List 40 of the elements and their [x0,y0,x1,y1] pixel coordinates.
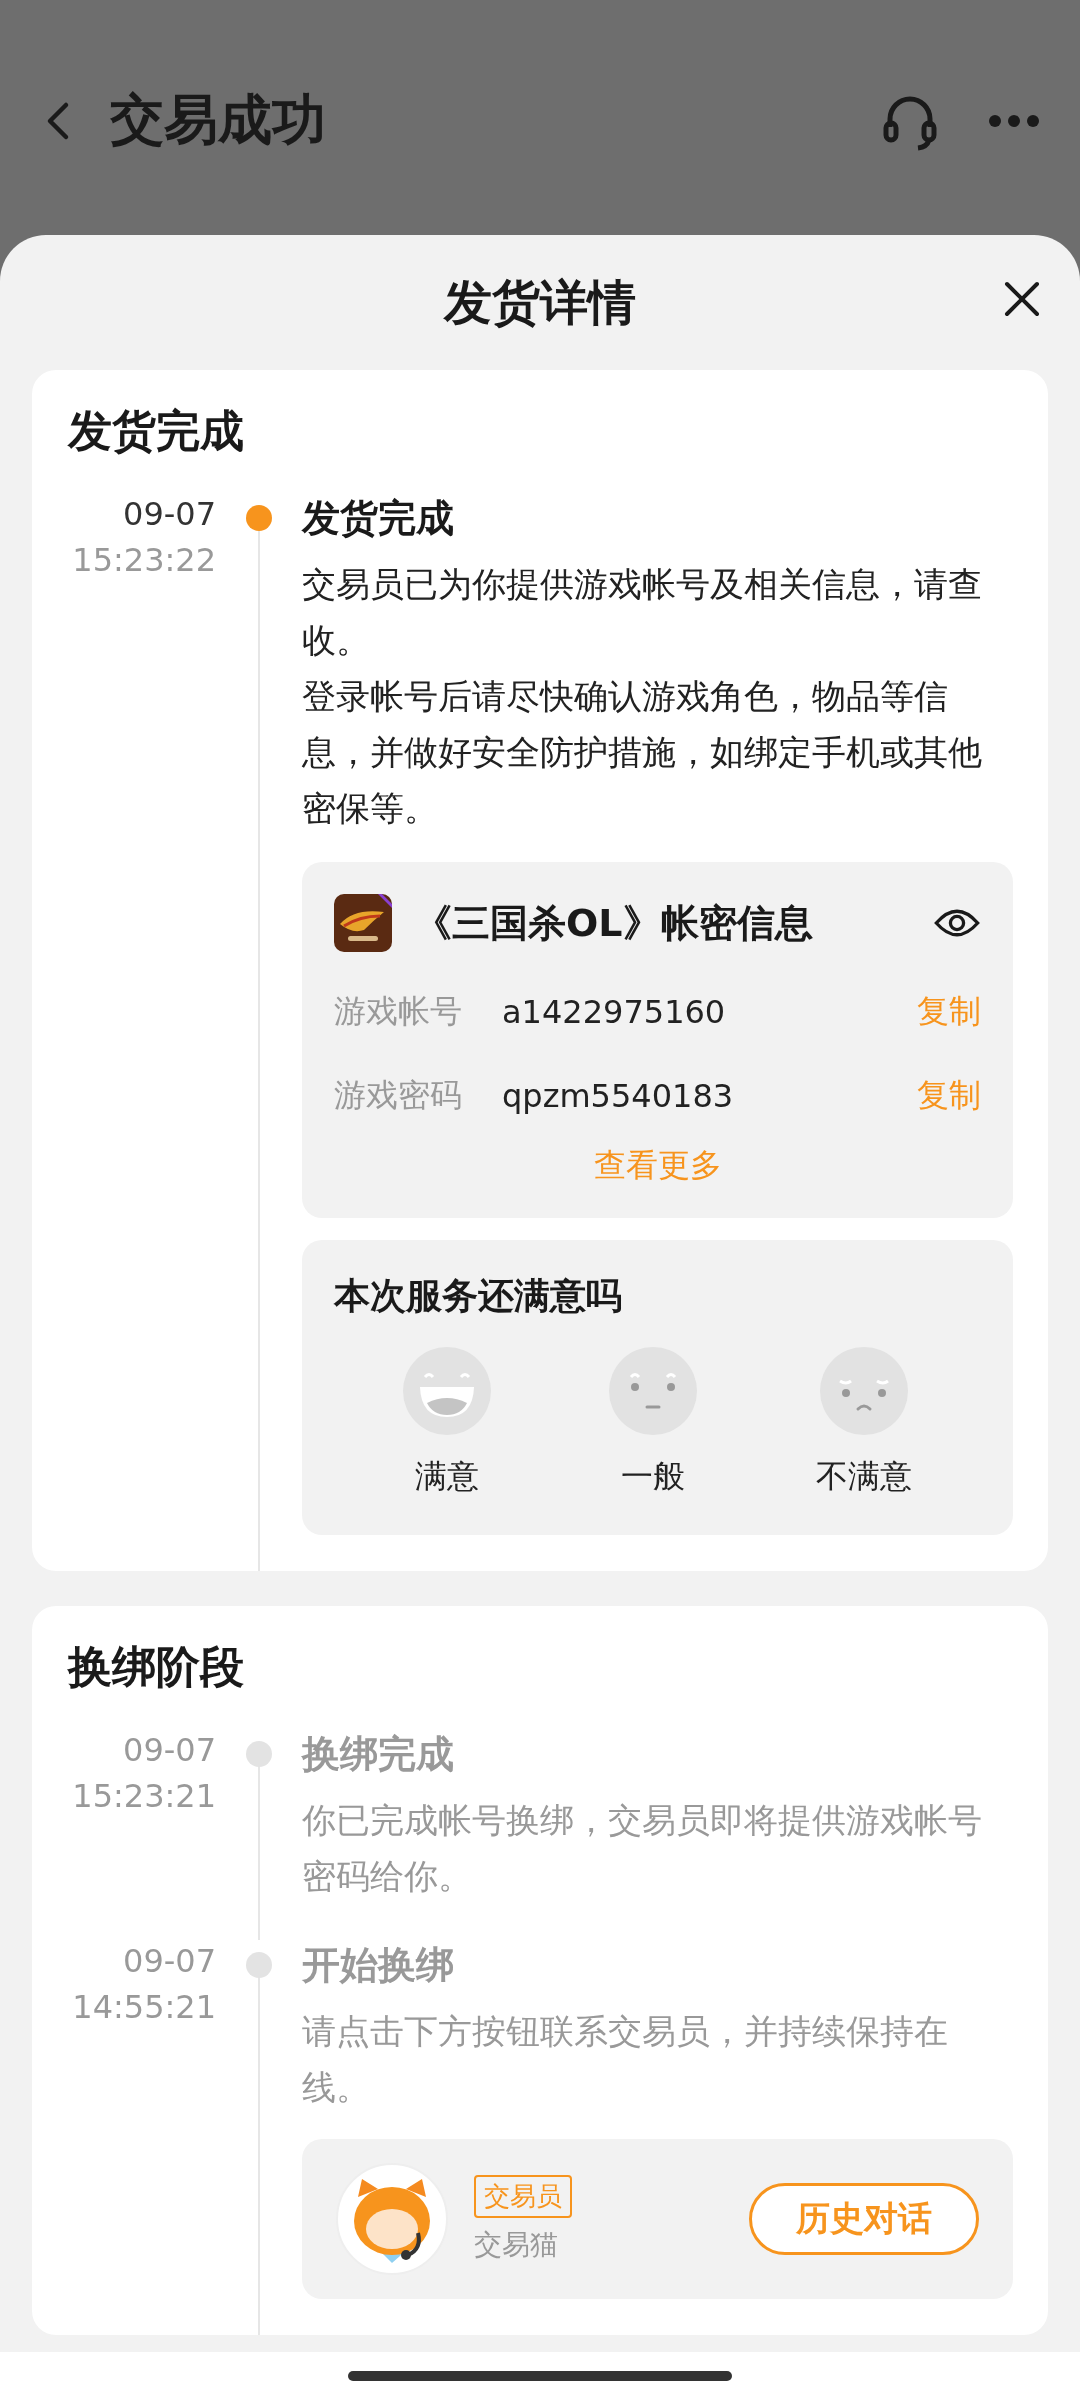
view-more-link[interactable]: 查看更多 [593,1144,722,1188]
field-label: 游戏密码 [334,1075,463,1116]
field-value: a1422975160 [502,993,727,1031]
cat-avatar-icon [336,2163,448,2275]
sheet-title: 发货详情 [444,272,636,332]
event-date: 09-07 [123,1942,216,1980]
rating-option[interactable]: 不满意 [815,1347,912,1499]
section-title: 换绑阶段 [68,1640,245,1694]
field-label: 游戏帐号 [334,991,463,1032]
event-title: 发货完成 [302,495,455,542]
role-badge: 交易员 [474,2174,572,2218]
event-description: 你已完成帐号换绑，交易员即将提供游戏帐号密码给你。 [302,1799,983,1898]
agent-name: 交易猫 [474,2226,558,2263]
event-date: 09-07 [123,1731,216,1769]
field-value: qpzm5540183 [502,1077,735,1115]
event-time: 15:23:21 [72,1777,216,1815]
rating-question: 本次服务还满意吗 [334,1274,623,1318]
event-title: 换绑完成 [302,1731,455,1778]
close-icon[interactable] [1004,281,1040,317]
eye-icon[interactable] [933,907,981,939]
more-icon[interactable] [988,113,1040,128]
event-description: 登录帐号后请尽快确认游戏角色，物品等信息，并做好安全防护措施，如绑定手机或其他密保等。 [302,675,983,830]
account-title: 《三国杀OL》帐密信息 [414,899,813,947]
chat-history-button[interactable]: 历史对话 [749,2183,979,2255]
copy-button[interactable]: 复制 [917,1074,981,1118]
event-time: 15:23:22 [72,541,216,579]
rating-option[interactable]: 满意 [403,1347,492,1499]
laughing-face-icon [403,1347,492,1435]
section-title: 发货完成 [68,404,245,458]
copy-button[interactable]: 复制 [917,990,981,1034]
event-description: 请点击下方按钮联系交易员，并持续保持在线。 [302,2010,949,2109]
event-time: 14:55:21 [72,1988,216,2026]
game-icon [334,894,392,952]
rating-option[interactable]: 一般 [609,1347,698,1499]
sad-face-icon [819,1347,908,1435]
event-title: 开始换绑 [302,1942,455,1989]
neutral-face-icon [609,1347,698,1435]
event-description: 交易员已为你提供游戏帐号及相关信息，请查收。 [302,563,983,662]
page-title: 交易成功 [110,87,326,153]
event-date: 09-07 [123,495,216,533]
